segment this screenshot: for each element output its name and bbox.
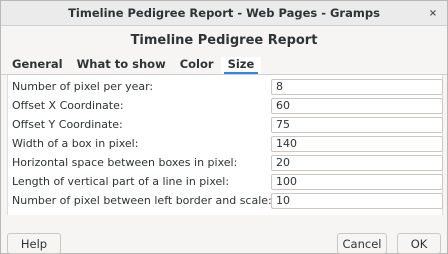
tab-size[interactable]: Size: [220, 57, 262, 74]
offset-x-input[interactable]: 60: [271, 97, 443, 114]
field-row-offset-x: Offset X Coordinate: 60: [12, 97, 443, 114]
field-label: Offset X Coordinate:: [12, 99, 124, 112]
vertical-line-length-input[interactable]: 100: [271, 173, 443, 190]
field-row-box-width: Width of a box in pixel: 140: [12, 135, 443, 152]
horizontal-space-input[interactable]: 20: [271, 154, 443, 171]
tab-color[interactable]: Color: [173, 57, 221, 74]
window-title: Timeline Pedigree Report - Web Pages - G…: [68, 6, 380, 20]
left-border-scale-input[interactable]: 10: [271, 192, 443, 209]
title-bar[interactable]: Timeline Pedigree Report - Web Pages - G…: [1, 1, 447, 26]
field-row-vertical-line-length: Length of vertical part of a line in pix…: [12, 173, 443, 190]
field-row-offset-y: Offset Y Coordinate: 75: [12, 116, 443, 133]
cancel-button[interactable]: Cancel: [337, 233, 387, 254]
field-label: Width of a box in pixel:: [12, 137, 139, 150]
help-button[interactable]: Help: [7, 233, 61, 254]
size-options-panel: Number of pixel per year: 8 Offset X Coo…: [7, 75, 443, 215]
tab-what-to-show[interactable]: What to show: [70, 57, 173, 74]
field-label: Horizontal space between boxes in pixel:: [12, 156, 238, 169]
report-header: Timeline Pedigree Report: [1, 26, 447, 54]
pixel-per-year-input[interactable]: 8: [271, 78, 443, 95]
field-label: Number of pixel between left border and …: [12, 194, 272, 207]
dialog-window: Timeline Pedigree Report - Web Pages - G…: [0, 0, 448, 254]
box-width-input[interactable]: 140: [271, 135, 443, 152]
field-label: Number of pixel per year:: [12, 80, 154, 93]
tab-general[interactable]: General: [5, 57, 70, 74]
field-label: Length of vertical part of a line in pix…: [12, 175, 230, 188]
field-row-pixel-per-year: Number of pixel per year: 8: [12, 78, 443, 95]
close-icon[interactable]: ×: [425, 5, 441, 21]
field-label: Offset Y Coordinate:: [12, 118, 123, 131]
button-bar: Help Cancel OK: [1, 233, 447, 254]
tab-bar: General What to show Color Size: [1, 54, 447, 75]
offset-y-input[interactable]: 75: [271, 116, 443, 133]
page-title: Timeline Pedigree Report: [130, 32, 318, 48]
field-row-horizontal-space: Horizontal space between boxes in pixel:…: [12, 154, 443, 171]
field-row-left-border-scale: Number of pixel between left border and …: [12, 192, 443, 209]
ok-button[interactable]: OK: [397, 233, 441, 254]
